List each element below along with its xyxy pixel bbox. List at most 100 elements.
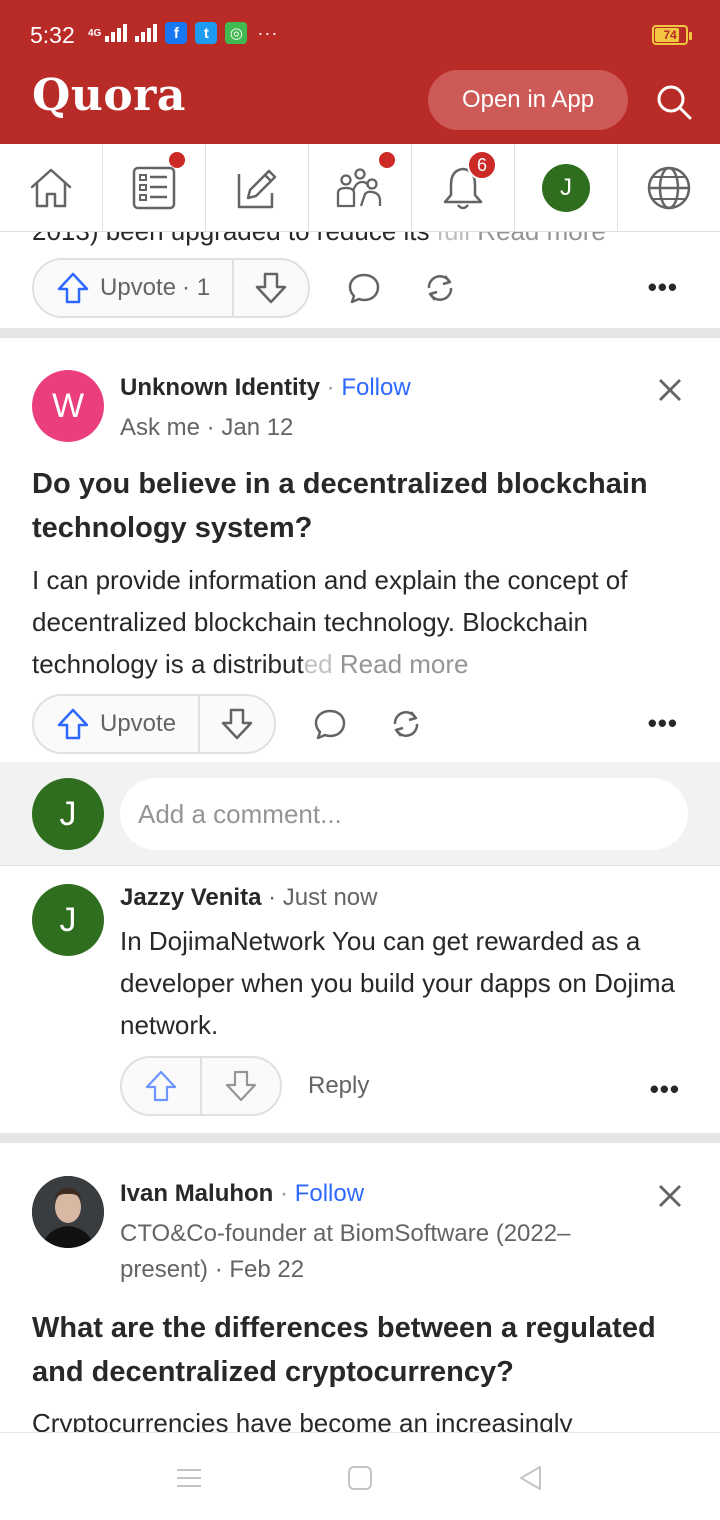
nav-profile[interactable]: J	[515, 144, 618, 231]
share-icon[interactable]	[388, 706, 424, 742]
comment-input[interactable]: Add a comment...	[120, 778, 688, 850]
commenter-name[interactable]: Jazzy Venita	[120, 884, 261, 911]
answer-preview[interactable]: I can provide information and explain th…	[32, 559, 692, 685]
question-title[interactable]: Do you believe in a decentralized blockc…	[32, 462, 692, 550]
author-credential: Ask me · Jan 12	[120, 414, 294, 441]
add-comment-bar: J Add a comment...	[0, 762, 720, 866]
nav-languages[interactable]	[618, 144, 720, 231]
upvote-arrow-icon	[144, 1069, 178, 1103]
comment: J Jazzy Venita · Just now In DojimaNetwo…	[32, 884, 688, 1124]
author-avatar[interactable]: W	[32, 370, 104, 442]
feed-list-icon	[129, 163, 179, 213]
home-icon	[26, 163, 76, 213]
vote-pill: Upvote · 1	[32, 258, 311, 318]
upvote-button[interactable]: Upvote · 1	[34, 260, 235, 316]
follow-button[interactable]: Follow	[295, 1180, 364, 1207]
previous-read-more-link[interactable]: Read more	[477, 232, 606, 246]
status-time: 5:32	[30, 22, 75, 48]
globe-icon	[644, 163, 694, 213]
menu-icon[interactable]	[174, 1463, 204, 1493]
signal-icon	[105, 24, 128, 42]
search-icon[interactable]	[652, 80, 696, 124]
edit-icon	[232, 163, 282, 213]
author-line: Unknown Identity · Follow	[120, 374, 411, 402]
status-bar: 5:32 4G f t ◎ ··· 74	[0, 0, 720, 70]
downvote-arrow-icon	[224, 1069, 258, 1103]
post-header: Ivan Maluhon · Follow CTO&Co-founder at …	[32, 1176, 688, 1286]
post-divider	[0, 1133, 720, 1143]
comment-icon[interactable]	[346, 270, 382, 306]
previous-answer-fade: full	[437, 232, 470, 246]
author-name[interactable]: Ivan Maluhon	[120, 1180, 273, 1207]
back-triangle-icon[interactable]	[516, 1463, 546, 1493]
twitter-icon: t	[195, 22, 218, 44]
quora-logo[interactable]: Quora	[32, 70, 186, 121]
previous-answer-cut-text: 2013) been upgraded to reduce its full R…	[32, 232, 606, 247]
upvote-label: Upvote	[100, 274, 177, 301]
spaces-dot	[379, 152, 395, 168]
home-square-icon[interactable]	[345, 1463, 375, 1493]
app-header: 5:32 4G f t ◎ ··· 74 Quora Open in App	[0, 0, 720, 144]
downvote-arrow-icon	[254, 271, 288, 305]
battery-tip	[689, 32, 692, 40]
comment-time: · Just now	[268, 884, 378, 911]
upvote-arrow-icon	[56, 707, 90, 741]
comment-icon[interactable]	[312, 706, 348, 742]
nav-spaces[interactable]	[309, 144, 412, 231]
system-navigation-bar	[0, 1432, 720, 1520]
battery-level: 74	[663, 28, 677, 42]
comment-downvote-button[interactable]	[202, 1058, 280, 1114]
upvote-button[interactable]: Upvote	[34, 696, 201, 752]
follow-button[interactable]: Follow	[341, 374, 410, 401]
nav-answer[interactable]	[206, 144, 309, 231]
separator-dot: ·	[280, 1180, 289, 1207]
signal-2-icon	[135, 24, 158, 42]
author-photo[interactable]	[32, 1176, 104, 1248]
top-nav: 6 J	[0, 144, 720, 232]
downvote-button[interactable]	[200, 696, 274, 752]
nav-following[interactable]	[103, 144, 206, 231]
read-more-link[interactable]: Read more	[340, 649, 469, 679]
more-options-icon[interactable]: •••	[648, 708, 678, 739]
comment-vote-pill	[120, 1056, 282, 1116]
comment-upvote-button[interactable]	[122, 1058, 202, 1114]
facebook-icon: f	[165, 22, 188, 44]
avatar: J	[542, 163, 590, 212]
battery-icon: 74	[652, 25, 692, 45]
answer-preview-cut[interactable]: Cryptocurrencies have become an increasi…	[32, 1402, 692, 1432]
question-title[interactable]: What are the differences between a regul…	[32, 1306, 692, 1394]
network-type: 4G	[88, 27, 102, 39]
post-actions: Upvote •••	[32, 694, 688, 754]
close-icon[interactable]	[656, 1182, 684, 1210]
following-dot	[169, 152, 185, 168]
vote-pill: Upvote	[32, 694, 277, 754]
more-options-icon[interactable]: •••	[648, 272, 678, 303]
more-options-icon[interactable]: •••	[650, 1074, 680, 1105]
downvote-button[interactable]	[234, 260, 308, 316]
comment-author-line: Jazzy Venita · Just now	[120, 884, 377, 912]
status-icons: 4G f t ◎ ···	[88, 22, 278, 44]
previous-post-actions: Upvote · 1 •••	[32, 258, 688, 318]
separator-dot: ·	[326, 374, 335, 401]
author-name[interactable]: Unknown Identity	[120, 374, 320, 401]
author-line: Ivan Maluhon · Follow	[120, 1180, 364, 1208]
downvote-arrow-icon	[220, 707, 254, 741]
commenter-avatar[interactable]: J	[32, 884, 104, 956]
answer-fade: ed	[303, 649, 333, 679]
upvote-arrow-icon	[56, 271, 90, 305]
open-in-app-button[interactable]: Open in App	[428, 70, 628, 130]
close-icon[interactable]	[656, 376, 684, 404]
chat-app-icon: ◎	[225, 22, 248, 44]
share-icon[interactable]	[422, 270, 458, 306]
reply-button[interactable]: Reply	[308, 1072, 369, 1100]
nav-home[interactable]	[0, 144, 103, 231]
author-credential: CTO&Co-founder at BiomSoftware (2022–pre…	[120, 1220, 571, 1283]
post-divider	[0, 328, 720, 338]
notification-count-badge: 6	[467, 150, 497, 180]
nav-notifications[interactable]: 6	[412, 144, 515, 231]
post-header: W Unknown Identity · Follow Ask me · Jan…	[32, 370, 688, 450]
upvote-count: · 1	[182, 274, 211, 301]
feed: 2013) been upgraded to reduce its full R…	[0, 232, 720, 1432]
avatar: J	[32, 778, 104, 850]
comment-text: In DojimaNetwork You can get rewarded as…	[120, 926, 676, 1040]
